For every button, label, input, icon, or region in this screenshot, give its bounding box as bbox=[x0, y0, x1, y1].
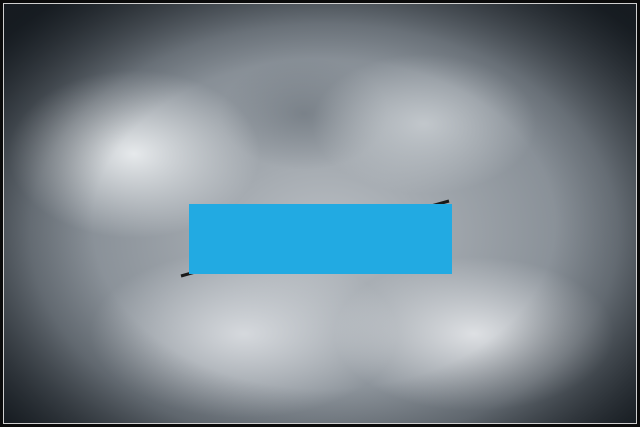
photo-frame bbox=[0, 0, 640, 427]
cloudy-sky-photo bbox=[3, 3, 637, 424]
redaction-rectangle bbox=[189, 204, 452, 274]
